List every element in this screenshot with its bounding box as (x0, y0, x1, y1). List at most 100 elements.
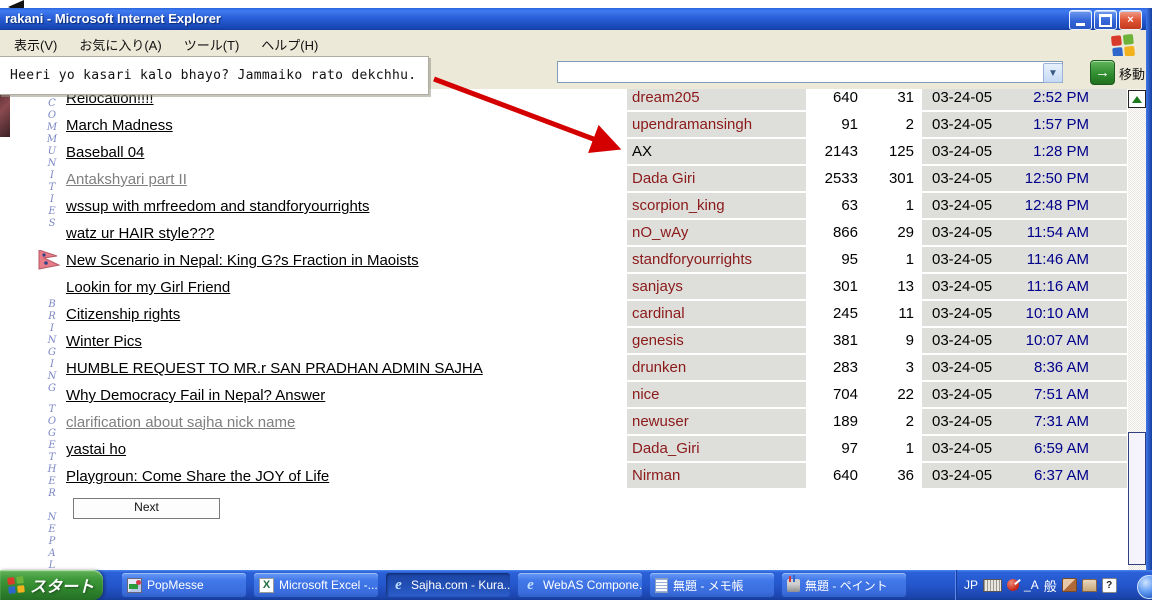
topic-link[interactable]: Citizenship rights (66, 306, 180, 323)
address-input[interactable] (557, 61, 1063, 83)
topic-link[interactable]: March Madness (66, 117, 173, 134)
replies-count: 1 (858, 440, 914, 457)
views-count: 245 (806, 305, 858, 322)
table-row: nice7042203-24-057:51 AM (627, 382, 1127, 407)
photo-fragment (0, 89, 10, 137)
topic-link[interactable]: HUMBLE REQUEST TO MR.r SAN PRADHAN ADMIN… (66, 360, 483, 377)
table-row: standforyourrights95103-24-0511:46 AM (627, 247, 1127, 272)
username-cell[interactable]: sanjays (627, 274, 806, 299)
go-button[interactable]: → (1090, 60, 1115, 85)
taskbar-button-ie[interactable]: eWebAS Compone... (518, 573, 642, 597)
next-button[interactable]: Next (73, 498, 220, 519)
minimize-button[interactable] (1069, 10, 1092, 30)
replies-count: 29 (858, 224, 914, 241)
tray-label[interactable]: 般 (1044, 576, 1057, 595)
post-date: 03-24-05 (932, 440, 992, 457)
post-time: 8:36 AM (1034, 359, 1127, 376)
post-date: 03-24-05 (932, 278, 992, 295)
counts-cell: 1892 (806, 409, 922, 434)
tray-label[interactable]: _A (1024, 578, 1039, 592)
ie-icon: e (523, 578, 538, 593)
menu-item[interactable]: ヘルプ(H) (261, 35, 318, 54)
username-cell[interactable]: nO_wAy (627, 220, 806, 245)
tray-label[interactable]: JP (964, 578, 978, 592)
username-cell[interactable]: cardinal (627, 301, 806, 326)
scrollbar-track[interactable] (1128, 89, 1146, 570)
topic-link[interactable]: Why Democracy Fail in Nepal? Answer (66, 387, 325, 404)
replies-count: 31 (858, 89, 914, 106)
go-label[interactable]: 移動 (1119, 64, 1145, 83)
topic-row: Citizenship rights (66, 301, 626, 328)
topic-row: Antakshyari part II (66, 166, 626, 193)
post-time: 11:54 AM (1027, 224, 1127, 241)
taskbar-button-notepad[interactable]: 無題 - メモ帳 (650, 573, 774, 597)
taskbar-button-label: Microsoft Excel -... (279, 578, 378, 592)
username-cell[interactable]: standforyourrights (627, 247, 806, 272)
taskbar-button-label: 無題 - メモ帳 (673, 577, 744, 594)
start-button[interactable]: スタート (0, 570, 103, 600)
username-cell[interactable]: genesis (627, 328, 806, 353)
post-time: 6:59 AM (1034, 440, 1127, 457)
username-cell[interactable]: upendramansingh (627, 112, 806, 137)
username-cell[interactable]: dream205 (627, 89, 806, 110)
username-cell[interactable]: Dada_Giri (627, 436, 806, 461)
topic-link[interactable]: Winter Pics (66, 333, 142, 350)
username-cell[interactable]: AX (627, 139, 806, 164)
datetime-cell: 03-24-05 6:59 AM (922, 436, 1127, 461)
address-dropdown-icon[interactable]: ▼ (1043, 63, 1063, 83)
mouse-ball-icon[interactable] (1007, 579, 1019, 591)
keyboard-icon[interactable] (983, 579, 1002, 592)
menu-bar: 表示(V) お気に入り(A) ツール(T) ヘルプ(H) (0, 30, 1146, 57)
window-titlebar: rakani - Microsoft Internet Explorer × (0, 8, 1152, 30)
topic-list: Relocation!!!!March MadnessBaseball 04An… (66, 89, 626, 490)
taskbar-button-paint[interactable]: 無題 - ペイント (782, 573, 906, 597)
help-icon[interactable]: ? (1102, 578, 1117, 593)
post-date: 03-24-05 (932, 89, 992, 106)
counts-cell: 3819 (806, 328, 922, 353)
topic-link[interactable]: clarification about sajha nick name (66, 414, 295, 431)
topic-link[interactable]: New Scenario in Nepal: King G?s Fraction… (66, 252, 419, 269)
username-cell[interactable]: nice (627, 382, 806, 407)
topic-row: yastai ho (66, 436, 626, 463)
post-date: 03-24-05 (932, 305, 992, 322)
views-count: 283 (806, 359, 858, 376)
counts-cell: 951 (806, 247, 922, 272)
thread-table: dream2056403103-24-052:52 PMupendramansi… (627, 89, 1127, 490)
username-cell[interactable]: scorpion_king (627, 193, 806, 218)
sphere-icon[interactable] (1137, 575, 1152, 599)
topic-link[interactable]: Lookin for my Girl Friend (66, 279, 230, 296)
maximize-button[interactable] (1094, 10, 1117, 30)
topic-link[interactable]: wssup with mrfreedom and standforyourrig… (66, 198, 369, 215)
taskbar-button-ie[interactable]: eSajha.com - Kura... (386, 573, 510, 597)
table-row: genesis381903-24-0510:07 AM (627, 328, 1127, 353)
topic-link[interactable]: Baseball 04 (66, 144, 144, 161)
counts-cell: 30113 (806, 274, 922, 299)
username-cell[interactable]: Dada Giri (627, 166, 806, 191)
menu-item[interactable]: 表示(V) (14, 35, 57, 54)
username-cell[interactable]: newuser (627, 409, 806, 434)
topic-link[interactable]: yastai ho (66, 441, 126, 458)
topic-link[interactable]: Playgroun: Come Share the JOY of Life (66, 468, 329, 485)
taskbar-button-excel[interactable]: XMicrosoft Excel -... (254, 573, 378, 597)
toolbox-icon[interactable] (1082, 579, 1097, 592)
taskbar-button-popmesse[interactable]: PopMesse (122, 573, 246, 597)
counts-cell: 64031 (806, 89, 922, 110)
menu-item[interactable]: ツール(T) (184, 35, 240, 54)
menu-item[interactable]: お気に入り(A) (79, 35, 161, 54)
topic-row: New Scenario in Nepal: King G?s Fraction… (66, 247, 626, 274)
topic-row: watz ur HAIR style??? (66, 220, 626, 247)
close-button[interactable]: × (1119, 10, 1142, 30)
post-date: 03-24-05 (932, 116, 992, 133)
username-cell[interactable]: drunken (627, 355, 806, 380)
brush-icon[interactable] (1062, 578, 1077, 592)
views-count: 63 (806, 197, 858, 214)
topic-link[interactable]: watz ur HAIR style??? (66, 225, 214, 242)
counts-cell: 2833 (806, 355, 922, 380)
table-row: Dada Giri253330103-24-0512:50 PM (627, 166, 1127, 191)
scroll-up-button[interactable] (1128, 90, 1146, 108)
username-cell[interactable]: Nirman (627, 463, 806, 488)
datetime-cell: 03-24-0512:50 PM (922, 166, 1127, 191)
topic-row: HUMBLE REQUEST TO MR.r SAN PRADHAN ADMIN… (66, 355, 626, 382)
scrollbar-thumb[interactable] (1128, 432, 1146, 565)
topic-link[interactable]: Antakshyari part II (66, 171, 187, 188)
